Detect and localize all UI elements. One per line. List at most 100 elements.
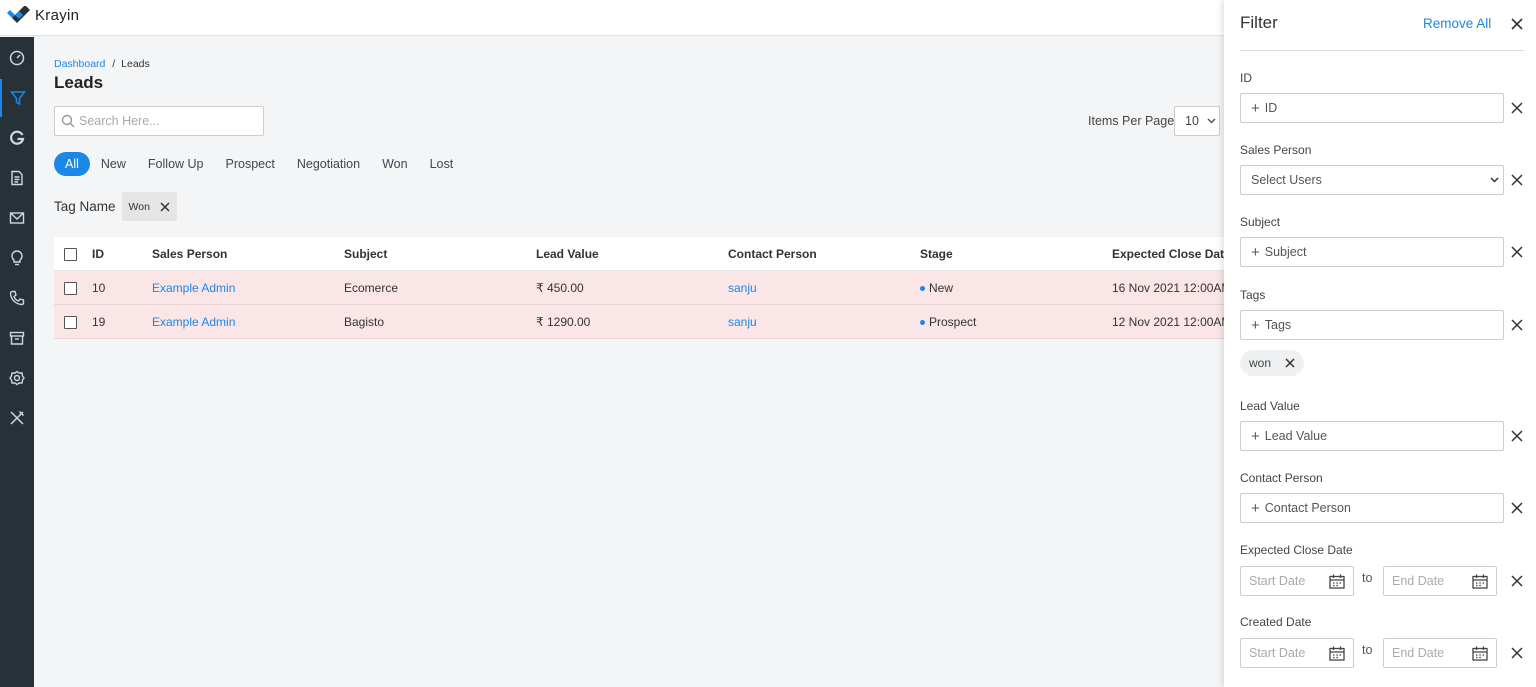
clear-subject-filter-icon[interactable] <box>1511 246 1523 258</box>
close-icon[interactable] <box>1285 358 1295 368</box>
row-subject: Ecomerce <box>344 281 399 295</box>
sidebar-item-contacts[interactable] <box>0 279 34 317</box>
header-expected-close-date[interactable]: Expected Close Date <box>1112 237 1231 271</box>
tab-lost[interactable]: Lost <box>419 153 465 175</box>
app-name: Krayin <box>35 6 80 24</box>
sales-person-select[interactable]: Select Users <box>1240 165 1504 195</box>
clear-lead-value-filter-icon[interactable] <box>1511 430 1523 442</box>
header-id[interactable]: ID <box>92 237 104 271</box>
row-checkbox[interactable] <box>64 281 77 295</box>
sidebar-item-configuration[interactable] <box>0 399 34 437</box>
clear-contact-person-filter-icon[interactable] <box>1511 502 1523 514</box>
close-icon[interactable] <box>1509 16 1525 32</box>
row-stage-label: Prospect <box>929 315 977 329</box>
subject-filter-add[interactable]: + Subject <box>1240 237 1504 267</box>
clear-tags-filter-icon[interactable] <box>1511 319 1523 331</box>
row-sales-person-link[interactable]: Example Admin <box>152 305 235 339</box>
stage-dot <box>920 285 925 291</box>
mail-icon <box>9 212 25 224</box>
expected-close-date-label: Expected Close Date <box>1240 543 1353 557</box>
lightbulb-icon <box>11 250 23 266</box>
row-subject: Bagisto <box>344 315 385 329</box>
sales-person-filter-label: Sales Person <box>1240 143 1312 157</box>
tab-negotiation[interactable]: Negotiation <box>286 153 371 175</box>
header-contact-person[interactable]: Contact Person <box>728 237 817 271</box>
plus-icon: + <box>1251 499 1260 517</box>
row-stage-label: New <box>929 281 954 295</box>
items-per-page-select[interactable]: 10 <box>1174 106 1220 136</box>
clear-id-filter-icon[interactable] <box>1511 102 1523 114</box>
sidebar-item-activities[interactable] <box>0 239 34 277</box>
search-box[interactable] <box>54 106 264 136</box>
tag-chip: won <box>1240 350 1305 376</box>
row-id: 10 <box>92 281 106 295</box>
tab-prospect[interactable]: Prospect <box>215 153 286 175</box>
plus-icon: + <box>1251 243 1260 261</box>
calendar-icon <box>1329 646 1345 661</box>
settings-icon <box>9 370 25 386</box>
page-title: Leads <box>54 73 104 92</box>
header-stage[interactable]: Stage <box>920 237 953 271</box>
calendar-icon <box>1472 574 1488 589</box>
tags-filter-add[interactable]: + Tags <box>1240 310 1504 340</box>
row-checkbox[interactable] <box>64 315 77 329</box>
row-lead-value: ₹ 1290.00 <box>536 315 591 329</box>
header-lead-value[interactable]: Lead Value <box>536 237 599 271</box>
leads-table: ID Sales Person Subject Lead Value Conta… <box>54 237 1231 339</box>
row-contact-person-link[interactable]: sanju <box>728 305 757 339</box>
clear-sales-person-filter-icon[interactable] <box>1511 174 1523 186</box>
calendar-icon <box>1472 646 1488 661</box>
date-range-to: to <box>1362 571 1373 585</box>
id-filter-label: ID <box>1240 71 1252 85</box>
close-icon[interactable] <box>160 201 170 212</box>
sidebar-item-leads[interactable] <box>0 79 34 117</box>
expected-close-start-date[interactable]: Start Date <box>1240 566 1354 596</box>
sidebar-item-products[interactable] <box>0 319 34 357</box>
tags-filter-add-label: Tags <box>1264 318 1292 332</box>
header-subject[interactable]: Subject <box>344 237 387 271</box>
id-filter-add[interactable]: + ID <box>1240 93 1504 123</box>
row-close-date: 16 Nov 2021 12:00AM <box>1112 281 1232 295</box>
sidebar-item-dashboard[interactable] <box>0 39 34 77</box>
sidebar-item-quotes[interactable] <box>0 159 34 197</box>
krayin-logo[interactable]: Krayin <box>6 6 79 24</box>
search-icon <box>61 114 75 128</box>
sidebar-item-mail[interactable] <box>0 199 34 237</box>
plus-icon: + <box>1251 427 1260 445</box>
tab-follow-up[interactable]: Follow Up <box>137 153 215 175</box>
clear-expected-close-date-icon[interactable] <box>1511 575 1523 587</box>
tools-icon <box>10 410 25 425</box>
search-input[interactable] <box>79 114 249 128</box>
contact-person-filter-label: Contact Person <box>1240 471 1323 485</box>
tab-new[interactable]: New <box>90 153 137 175</box>
tag-filter-chip: Won <box>121 192 177 221</box>
row-sales-person-link[interactable]: Example Admin <box>152 271 235 305</box>
breadcrumb-dashboard-link[interactable]: Dashboard <box>54 58 105 70</box>
items-per-page-value: 10 <box>1185 114 1199 128</box>
lead-value-filter-add[interactable]: + Lead Value <box>1240 421 1504 451</box>
header-sales-person[interactable]: Sales Person <box>152 237 227 271</box>
created-start-date[interactable]: Start Date <box>1240 638 1354 668</box>
created-date-label: Created Date <box>1240 615 1312 629</box>
plus-icon: + <box>1251 316 1260 334</box>
table-row[interactable]: 10 Example Admin Ecomerce ₹ 450.00 sanju… <box>54 271 1231 305</box>
sidebar-item-google[interactable] <box>0 119 34 157</box>
lead-value-filter-label: Lead Value <box>1240 399 1300 413</box>
tab-all[interactable]: All <box>54 152 90 176</box>
google-icon <box>10 130 25 145</box>
expected-close-end-date[interactable]: End Date <box>1383 566 1497 596</box>
row-contact-person-link[interactable]: sanju <box>728 271 757 305</box>
start-date-placeholder: Start Date <box>1249 646 1306 660</box>
clear-created-date-icon[interactable] <box>1511 647 1523 659</box>
select-all-checkbox[interactable] <box>64 247 77 261</box>
table-row[interactable]: 19 Example Admin Bagisto ₹ 1290.00 sanju… <box>54 305 1231 339</box>
stage-tabs: All New Follow Up Prospect Negotiation W… <box>54 152 464 176</box>
contact-person-filter-add[interactable]: + Contact Person <box>1240 493 1504 523</box>
tag-filter-label: Tag Name <box>54 199 116 214</box>
sidebar-item-settings[interactable] <box>0 359 34 397</box>
created-end-date[interactable]: End Date <box>1383 638 1497 668</box>
lead-value-filter-add-label: Lead Value <box>1264 429 1328 443</box>
tab-won[interactable]: Won <box>371 153 418 175</box>
remove-all-button[interactable]: Remove All <box>1423 16 1491 31</box>
start-date-placeholder: Start Date <box>1249 574 1306 588</box>
